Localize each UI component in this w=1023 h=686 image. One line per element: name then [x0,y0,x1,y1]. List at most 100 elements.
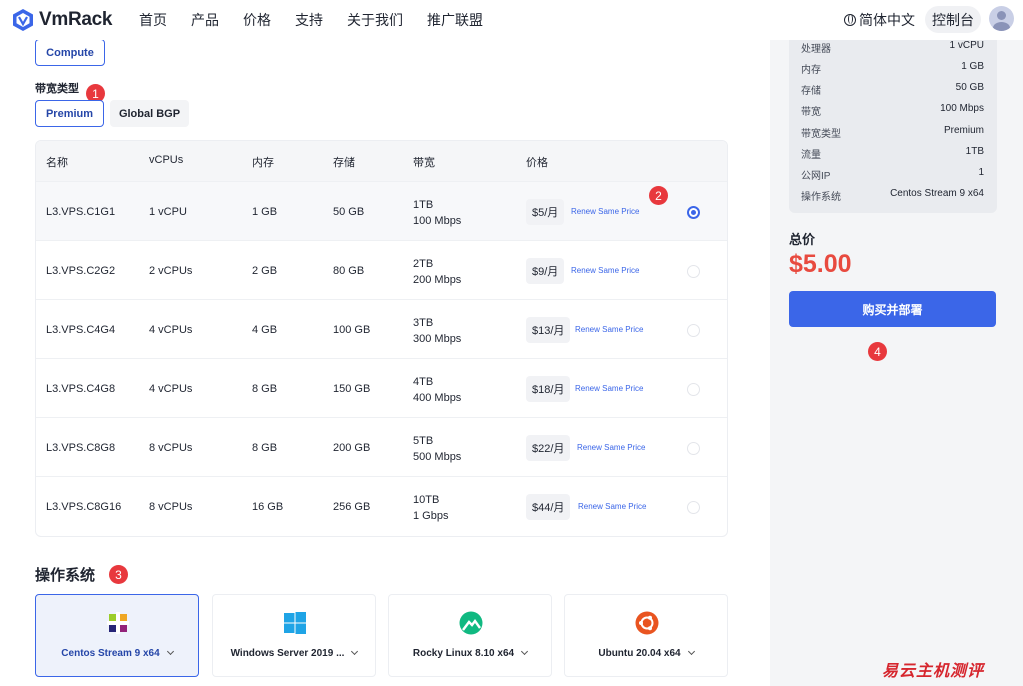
annotation-badge-4: 4 [868,342,887,361]
os-option-label: Centos Stream 9 x64 [36,647,198,659]
os-option-centos[interactable]: Centos Stream 9 x64 [35,594,199,677]
plan-speed: 500 Mbps [413,451,462,463]
renew-same-price-label: Renew Same Price [575,384,644,393]
plan-traffic: 4TB [413,376,434,388]
column-header-vcpus: vCPUs [149,154,184,166]
spec-row: 流量 1TB [801,146,984,161]
bandwidth-global-bgp-button[interactable]: Global BGP [110,100,189,127]
column-header-bandwidth: 带宽 [413,157,435,169]
plan-name: L3.VPS.C4G4 [46,324,116,336]
order-summary-panel: 处理器 1 vCPU 内存 1 GB 存储 50 GB 带宽 100 Mbps 带宽类型… [770,40,1023,686]
plan-storage: 80 GB [333,265,365,277]
plan-traffic: 1TB [413,199,434,211]
spec-row: 操作系统 Centos Stream 9 x64 [801,188,984,203]
nav-item-pricing[interactable]: 价格 [243,10,271,30]
plan-traffic: 10TB [413,494,440,506]
nav-item-home[interactable]: 首页 [139,10,167,30]
plan-radio[interactable] [687,324,700,337]
os-option-label: Rocky Linux 8.10 x64 [389,647,551,659]
os-section-title: 操作系统 [35,567,96,584]
plan-speed: 200 Mbps [413,274,462,286]
plan-price: $44/月 [526,494,571,520]
nav-item-affiliate[interactable]: 推广联盟 [427,10,483,30]
language-switcher[interactable]: 简体中文 [844,10,915,30]
renew-same-price-label: Renew Same Price [571,207,640,216]
table-row[interactable]: L3.VPS.C4G4 4 vCPUs 4 GB 100 GB 3TB 300 … [36,299,727,358]
plan-name: L3.VPS.C4G8 [46,383,116,395]
spec-row: 带宽 100 Mbps [801,103,984,118]
os-option-label: Ubuntu 20.04 x64 [565,647,727,659]
bandwidth-type-label: 带宽类型 [35,83,79,95]
plan-memory: 1 GB [252,206,278,218]
plan-price: $13/月 [526,317,571,343]
plan-speed: 300 Mbps [413,333,462,345]
plan-traffic: 2TB [413,258,434,270]
plan-vcpus: 4 vCPUs [149,324,193,336]
plan-radio[interactable] [687,501,700,514]
table-row[interactable]: L3.VPS.C8G8 8 vCPUs 8 GB 200 GB 5TB 500 … [36,417,727,476]
chevron-down-icon [521,647,529,656]
plan-radio[interactable] [687,206,700,219]
spec-row: 存储 50 GB [801,82,984,97]
chevron-down-icon [351,647,359,656]
windows-logo-icon [284,612,306,634]
nav-item-about[interactable]: 关于我们 [347,10,403,30]
bandwidth-premium-button[interactable]: Premium [35,100,104,127]
plan-name: L3.VPS.C8G16 [46,501,122,513]
plan-storage: 50 GB [333,206,365,218]
spec-row: 带宽类型 Premium [801,125,984,140]
spec-row: 公网IP 1 [801,167,984,182]
table-row[interactable]: L3.VPS.C4G8 4 vCPUs 8 GB 150 GB 4TB 400 … [36,358,727,417]
nav-item-products[interactable]: 产品 [191,10,219,30]
column-header-price: 价格 [526,157,548,169]
table-header: 名称 vCPUs 内存 存储 带宽 价格 [36,141,727,181]
category-compute-button[interactable]: Compute [35,39,105,66]
plan-speed: 400 Mbps [413,392,462,404]
renew-same-price-label: Renew Same Price [571,266,640,275]
table-row[interactable]: L3.VPS.C1G1 1 vCPU 1 GB 50 GB 1TB 100 Mb… [36,181,727,240]
plan-price: $22/月 [526,435,571,461]
spec-row: 内存 1 GB [801,61,984,76]
os-option-windows[interactable]: Windows Server 2019 ... [212,594,376,677]
plan-radio[interactable] [687,265,700,278]
plan-price: $18/月 [526,376,571,402]
table-row[interactable]: L3.VPS.C8G16 8 vCPUs 16 GB 256 GB 10TB 1… [36,476,727,535]
plan-name: L3.VPS.C8G8 [46,442,116,454]
nav-item-support[interactable]: 支持 [295,10,323,30]
brand-name: VmRack [39,9,113,30]
plan-memory: 8 GB [252,442,278,454]
plan-radio[interactable] [687,442,700,455]
configuration-panel: Compute 带宽类型 1 Premium Global BGP 名称 vCP… [0,39,770,686]
console-button[interactable]: 控制台 [925,6,981,33]
main-nav: 首页 产品 价格 支持 关于我们 推广联盟 [139,10,507,30]
os-option-rocky-linux[interactable]: Rocky Linux 8.10 x64 [388,594,552,677]
os-option-label: Windows Server 2019 ... [213,647,375,659]
plan-price: $9/月 [526,258,565,284]
plan-memory: 2 GB [252,265,278,277]
user-avatar[interactable] [989,6,1014,31]
buy-and-deploy-button[interactable]: 购买并部署 [789,291,996,327]
plan-name: L3.VPS.C1G1 [46,206,116,218]
renew-same-price-label: Renew Same Price [575,325,644,334]
plan-storage: 150 GB [333,383,371,395]
spec-row: 处理器 1 vCPU [801,40,984,55]
watermark-text: 易云主机测评 [882,661,985,680]
os-option-ubuntu[interactable]: Ubuntu 20.04 x64 [564,594,728,677]
plan-traffic: 3TB [413,317,434,329]
vmrack-logo-icon [13,9,33,31]
plan-speed: 1 Gbps [413,510,449,522]
plan-vcpus: 8 vCPUs [149,501,193,513]
top-navigation-bar: VmRack 首页 产品 价格 支持 关于我们 推广联盟 简体中文 控制台 [0,0,1023,40]
plan-radio[interactable] [687,383,700,396]
column-header-memory: 内存 [252,157,274,169]
chevron-down-icon [166,647,174,656]
globe-icon [844,14,856,26]
total-price-label: 总价 [789,232,816,247]
plan-memory: 4 GB [252,324,278,336]
table-row[interactable]: L3.VPS.C2G2 2 vCPUs 2 GB 80 GB 2TB 200 M… [36,240,727,299]
plan-storage: 100 GB [333,324,371,336]
language-label: 简体中文 [859,12,915,28]
brand-logo[interactable]: VmRack [12,8,122,32]
plan-name: L3.VPS.C2G2 [46,265,116,277]
chevron-down-icon [687,647,695,656]
